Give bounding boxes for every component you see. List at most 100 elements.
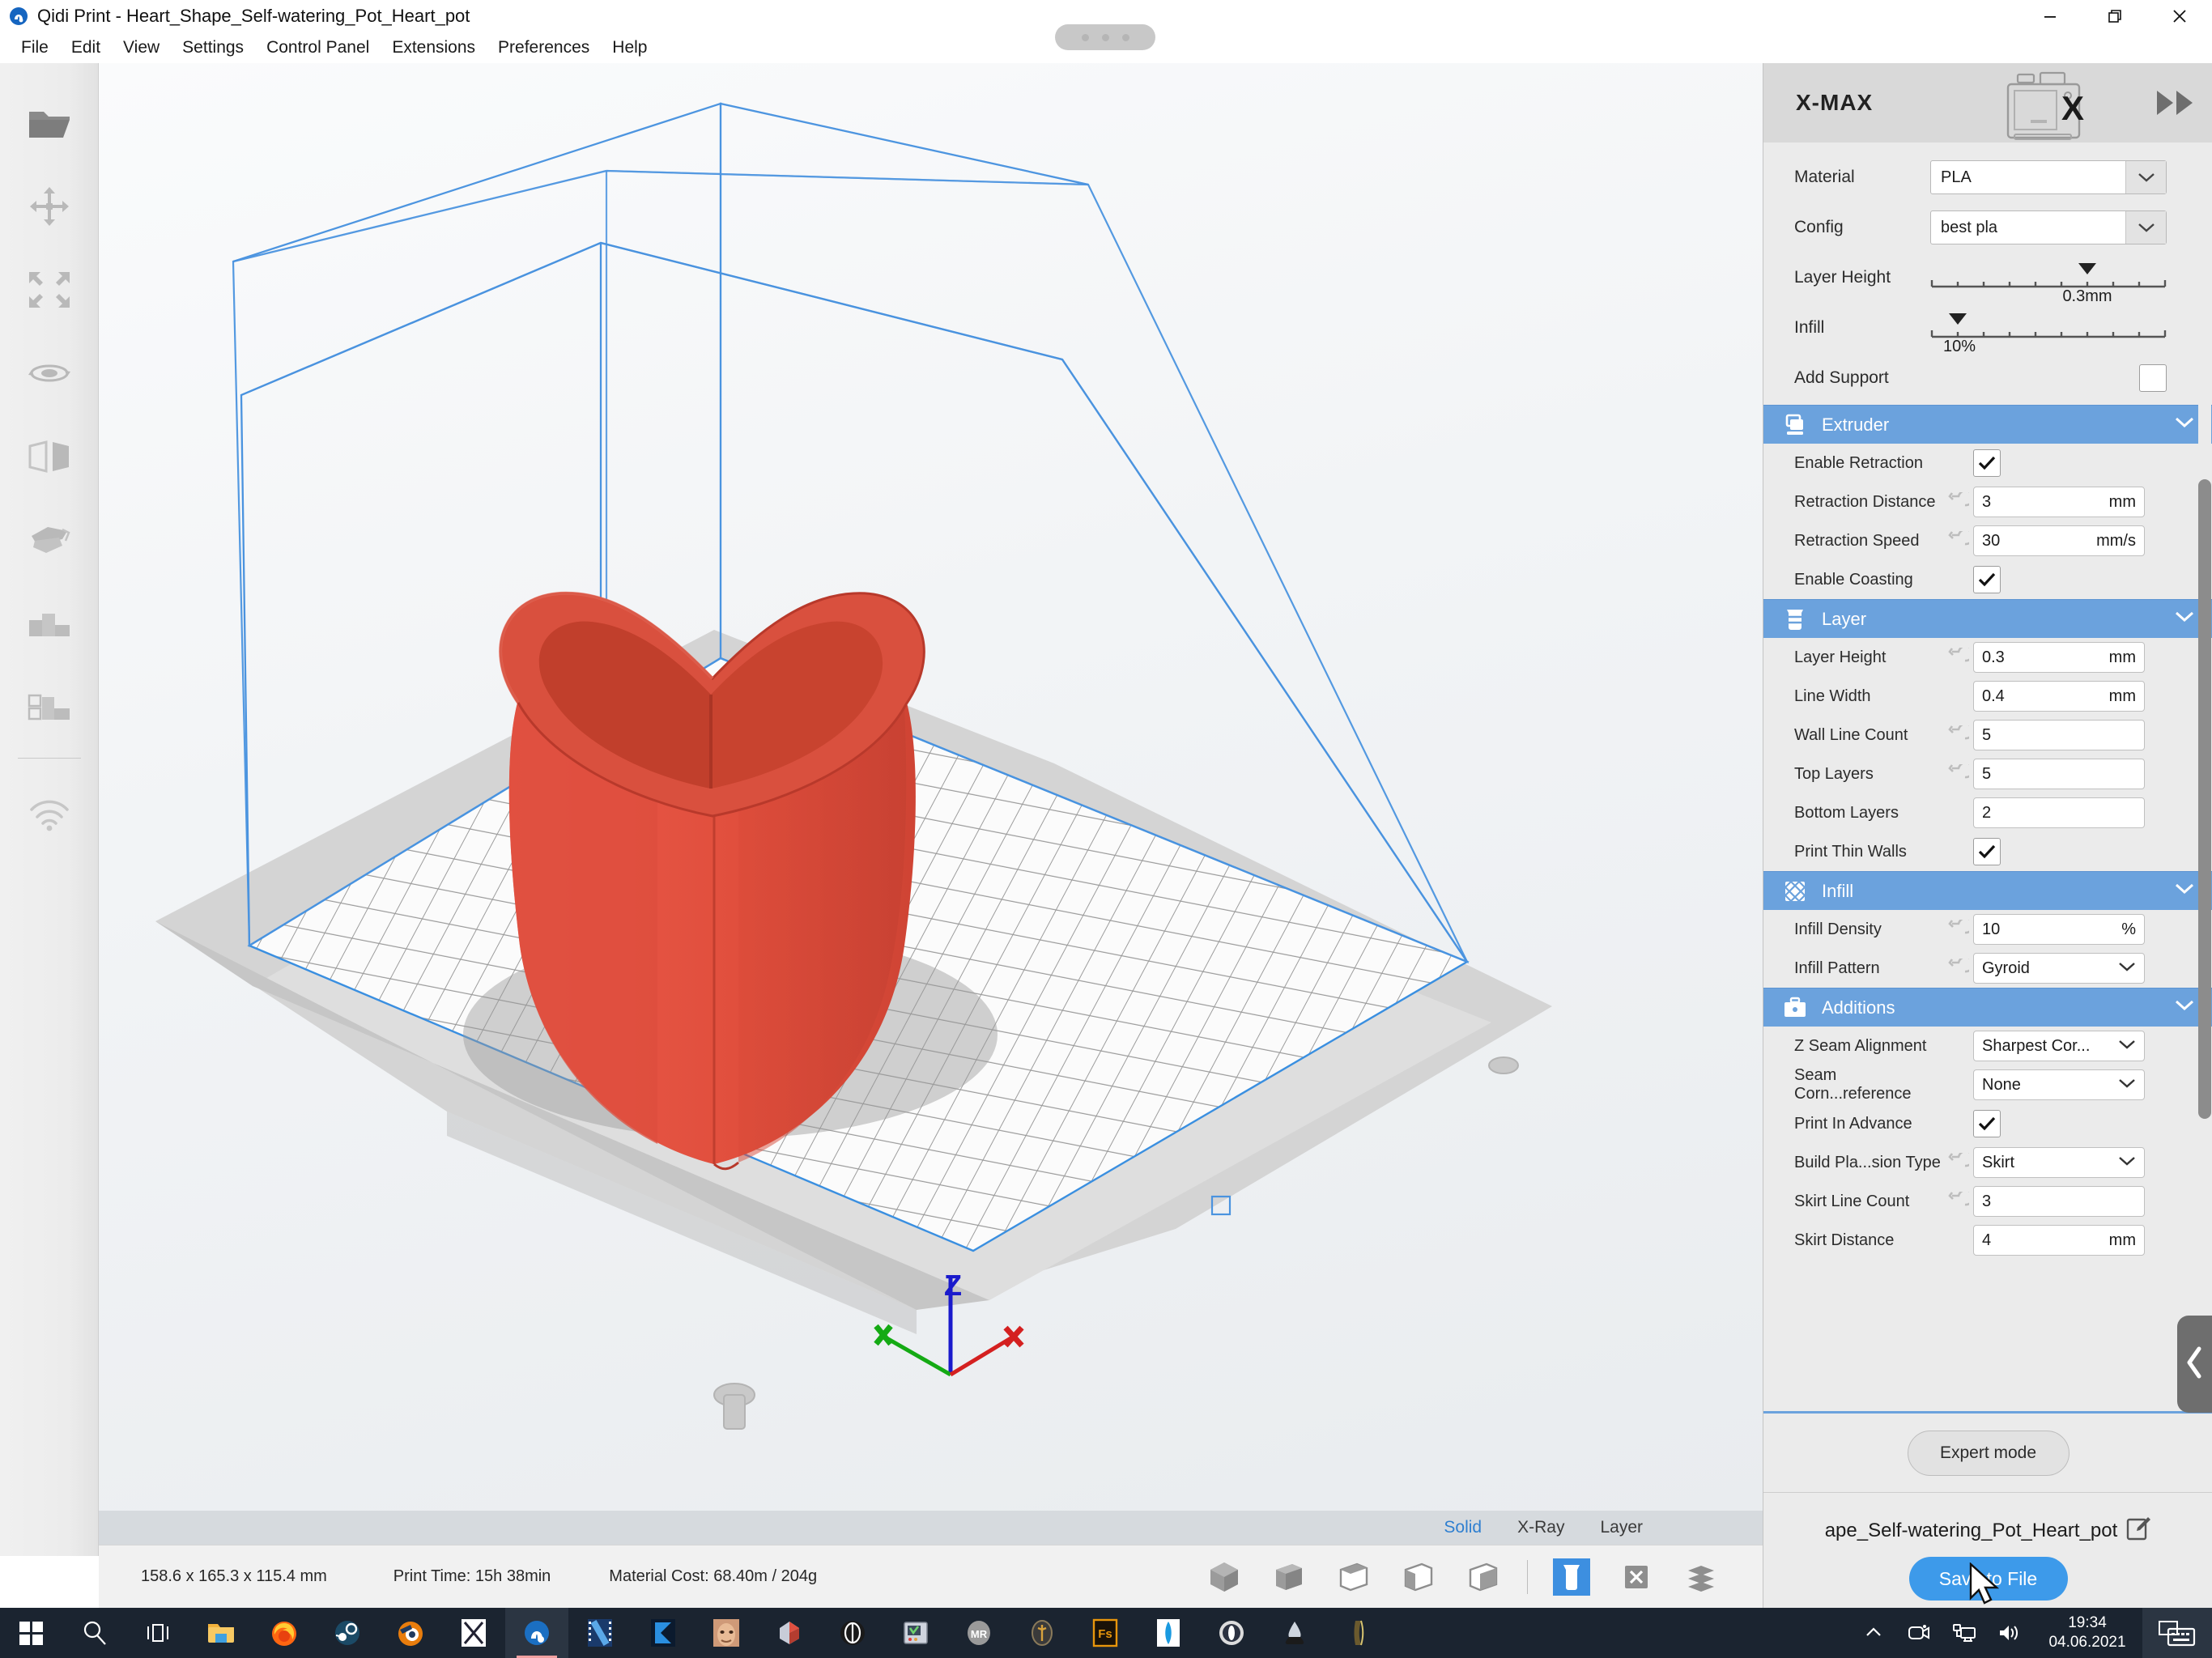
reset-icon[interactable] xyxy=(1944,920,1973,939)
settings-scroll-area[interactable]: Extruder Enable Retraction Retraction Di… xyxy=(1763,405,2212,1411)
view-mode-solid[interactable]: Solid xyxy=(1444,1518,1482,1537)
reset-icon[interactable] xyxy=(1944,648,1973,667)
view-solid-icon[interactable] xyxy=(1539,1545,1604,1609)
firefox-icon[interactable] xyxy=(253,1608,316,1658)
view-left-icon[interactable] xyxy=(1386,1545,1451,1609)
chevron-down-icon[interactable] xyxy=(2118,961,2136,976)
material-select[interactable]: PLA xyxy=(1930,160,2167,194)
minimize-button[interactable] xyxy=(2018,0,2082,32)
chevron-down-icon[interactable] xyxy=(2118,1078,2136,1093)
fast-forward-icon[interactable] xyxy=(2154,87,2197,122)
chevron-down-icon[interactable] xyxy=(2174,998,2195,1015)
chevron-down-icon[interactable] xyxy=(2174,610,2195,627)
move-icon[interactable] xyxy=(0,164,99,248)
search-icon[interactable] xyxy=(63,1608,126,1658)
chevron-down-icon[interactable] xyxy=(2118,1155,2136,1171)
diamond-app-icon[interactable] xyxy=(1137,1608,1200,1658)
menu-item-help[interactable]: Help xyxy=(601,35,658,61)
view-mode-xray[interactable]: X-Ray xyxy=(1517,1518,1564,1537)
scrollbar-thumb[interactable] xyxy=(2198,479,2211,1119)
task-view-icon[interactable] xyxy=(126,1608,189,1658)
meshmixer-icon[interactable] xyxy=(758,1608,821,1658)
expert-mode-button[interactable]: Expert mode xyxy=(1907,1430,2069,1476)
reset-icon[interactable] xyxy=(1944,725,1973,745)
blender-icon[interactable] xyxy=(379,1608,442,1658)
file-explorer-icon[interactable] xyxy=(189,1608,253,1658)
drag-handle[interactable] xyxy=(1055,24,1155,50)
view-isometric-icon[interactable] xyxy=(1192,1545,1257,1609)
show-hidden-icons-chevron[interactable] xyxy=(1851,1608,1896,1658)
menu-item-edit[interactable]: Edit xyxy=(60,35,112,61)
start-button[interactable] xyxy=(0,1608,63,1658)
wall-line-count-input[interactable]: 5 xyxy=(1973,720,2145,750)
skirt-distance-input[interactable]: 4 mm xyxy=(1973,1225,2145,1256)
fusion-icon[interactable]: Fs xyxy=(1074,1608,1137,1658)
wifi-icon[interactable] xyxy=(0,773,99,857)
view-top-icon[interactable] xyxy=(1321,1545,1386,1609)
chevron-down-icon[interactable] xyxy=(2174,415,2195,432)
scale-icon[interactable] xyxy=(0,248,99,331)
retraction-distance-input[interactable]: 3 mm xyxy=(1973,487,2145,517)
clock[interactable]: 19:34 04.06.2021 xyxy=(2032,1613,2142,1652)
section-extruder[interactable]: Extruder xyxy=(1763,405,2212,444)
z-seam-alignment-select[interactable]: Sharpest Cor... xyxy=(1973,1031,2145,1061)
section-infill[interactable]: Infill xyxy=(1763,871,2212,910)
view-layers-icon[interactable] xyxy=(1669,1545,1733,1609)
rotate-icon[interactable] xyxy=(0,331,99,414)
menu-item-preferences[interactable]: Preferences xyxy=(487,35,601,61)
open-file-icon[interactable] xyxy=(0,81,99,164)
xnview-icon[interactable] xyxy=(442,1608,505,1658)
menu-item-control-panel[interactable]: Control Panel xyxy=(255,35,381,61)
video-editor-icon[interactable] xyxy=(568,1608,632,1658)
enable-retraction-checkbox[interactable] xyxy=(1973,449,2001,477)
gear-app-icon[interactable] xyxy=(1200,1608,1263,1658)
print-in-advance-checkbox[interactable] xyxy=(1973,1110,2001,1137)
touch-keyboard-icon[interactable] xyxy=(2142,1608,2212,1658)
chevron-down-icon[interactable] xyxy=(2125,211,2166,244)
3d-viewport[interactable]: Z xyxy=(99,63,1763,1511)
build-plate-adhesion-type-select[interactable]: Skirt xyxy=(1973,1147,2145,1178)
chevron-down-icon[interactable] xyxy=(2118,1039,2136,1054)
view-xray-icon[interactable] xyxy=(1604,1545,1669,1609)
per-model-settings-icon[interactable] xyxy=(0,581,99,665)
menu-item-file[interactable]: File xyxy=(10,35,60,61)
reset-icon[interactable] xyxy=(1944,492,1973,512)
menu-item-extensions[interactable]: Extensions xyxy=(381,35,487,61)
menu-item-view[interactable]: View xyxy=(112,35,171,61)
retro-app-icon[interactable] xyxy=(884,1608,947,1658)
restore-button[interactable] xyxy=(2082,0,2147,32)
print-thin-walls-checkbox[interactable] xyxy=(1973,838,2001,865)
close-button[interactable] xyxy=(2147,0,2212,32)
reset-icon[interactable] xyxy=(1944,764,1973,784)
network-icon[interactable] xyxy=(1942,1608,1987,1658)
layer-height-input[interactable]: 0.3 mm xyxy=(1973,642,2145,673)
menu-item-settings[interactable]: Settings xyxy=(171,35,255,61)
layer-height-slider[interactable]: 0.3mm xyxy=(1930,255,2167,305)
bottom-layers-input[interactable]: 2 xyxy=(1973,797,2145,828)
camera-icon[interactable] xyxy=(1896,1608,1942,1658)
reset-icon[interactable] xyxy=(1944,1192,1973,1211)
skirt-line-count-input[interactable]: 3 xyxy=(1973,1186,2145,1217)
view-mode-layer[interactable]: Layer xyxy=(1600,1518,1643,1537)
volume-icon[interactable] xyxy=(1987,1608,2032,1658)
mr-app-icon[interactable]: MR xyxy=(947,1608,1010,1658)
retraction-speed-input[interactable]: 30 mm/s xyxy=(1973,525,2145,556)
section-layer[interactable]: Layer xyxy=(1763,599,2212,638)
reset-icon[interactable] xyxy=(1944,1153,1973,1172)
view-front-icon[interactable] xyxy=(1257,1545,1321,1609)
enable-coasting-checkbox[interactable] xyxy=(1973,566,2001,593)
seam-corner-preference-select[interactable]: None xyxy=(1973,1069,2145,1100)
top-layers-input[interactable]: 5 xyxy=(1973,759,2145,789)
infill-pattern-select[interactable]: Gyroid xyxy=(1973,953,2145,984)
layer-height-slider-thumb[interactable] xyxy=(2078,263,2096,274)
infill-slider-thumb[interactable] xyxy=(1949,313,1967,325)
add-support-checkbox[interactable] xyxy=(2139,364,2167,392)
edit-pencil-icon[interactable] xyxy=(2125,1516,2151,1545)
infill-density-input[interactable]: 10 % xyxy=(1973,914,2145,945)
line-width-input[interactable]: 0.4 mm xyxy=(1973,681,2145,712)
view-right-icon[interactable] xyxy=(1451,1545,1516,1609)
infill-slider[interactable]: 10% xyxy=(1930,305,2167,355)
chitubox-icon[interactable] xyxy=(821,1608,884,1658)
inkscape-icon[interactable] xyxy=(1263,1608,1326,1658)
reset-icon[interactable] xyxy=(1944,959,1973,978)
